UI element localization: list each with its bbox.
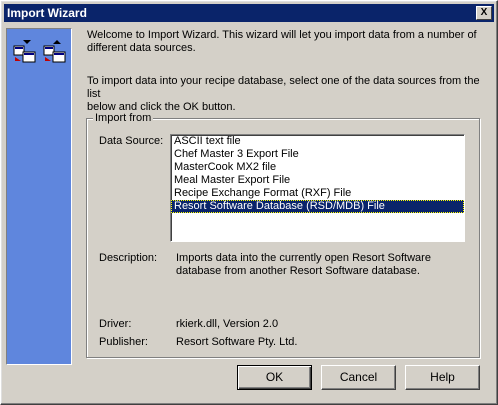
data-source-label: Data Source: — [99, 135, 164, 147]
data-source-list[interactable]: ASCII text file Chef Master 3 Export Fil… — [170, 134, 465, 242]
publisher-label: Publisher: — [99, 336, 148, 348]
list-item[interactable]: Chef Master 3 Export File — [171, 148, 464, 161]
driver-label: Driver: — [99, 318, 132, 330]
window-title: Import Wizard — [7, 6, 87, 20]
cancel-button[interactable]: Cancel — [321, 365, 396, 390]
intro-line-2: different data sources. — [87, 42, 196, 54]
close-icon: X — [480, 7, 488, 18]
wizard-sidebar — [6, 28, 72, 365]
list-item[interactable]: Meal Master Export File — [171, 174, 464, 187]
instructions-line-1: To import data into your recipe database… — [87, 75, 480, 100]
driver-value: rkierk.dll, Version 2.0 — [176, 318, 279, 330]
wizard-import-icon — [13, 40, 66, 63]
import-from-legend: Import from — [93, 112, 154, 124]
help-button[interactable]: Help — [405, 365, 480, 390]
intro-text: Welcome to Import Wizard. This wizard wi… — [87, 29, 487, 55]
list-item[interactable]: MasterCook MX2 file — [171, 161, 464, 174]
ok-button-label: OK — [265, 370, 284, 384]
description-text: Imports data into the currently open Res… — [176, 252, 431, 278]
description-line-2: database from another Resort Software da… — [176, 265, 420, 277]
description-label: Description: — [99, 252, 158, 264]
list-item[interactable]: Recipe Exchange Format (RXF) File — [171, 187, 464, 200]
list-item[interactable]: ASCII text file — [171, 135, 464, 148]
close-button[interactable]: X — [476, 6, 492, 20]
publisher-value: Resort Software Pty. Ltd. — [176, 336, 298, 348]
title-bar[interactable]: Import Wizard X — [4, 4, 494, 22]
help-button-label: Help — [430, 370, 455, 384]
list-item-selected[interactable]: Resort Software Database (RSD/MDB) File — [171, 200, 464, 213]
intro-line-1: Welcome to Import Wizard. This wizard wi… — [87, 29, 477, 41]
description-line-1: Imports data into the currently open Res… — [176, 252, 431, 264]
ok-button[interactable]: OK — [237, 365, 312, 390]
cancel-button-label: Cancel — [339, 370, 378, 384]
instructions-text: To import data into your recipe database… — [87, 75, 487, 114]
